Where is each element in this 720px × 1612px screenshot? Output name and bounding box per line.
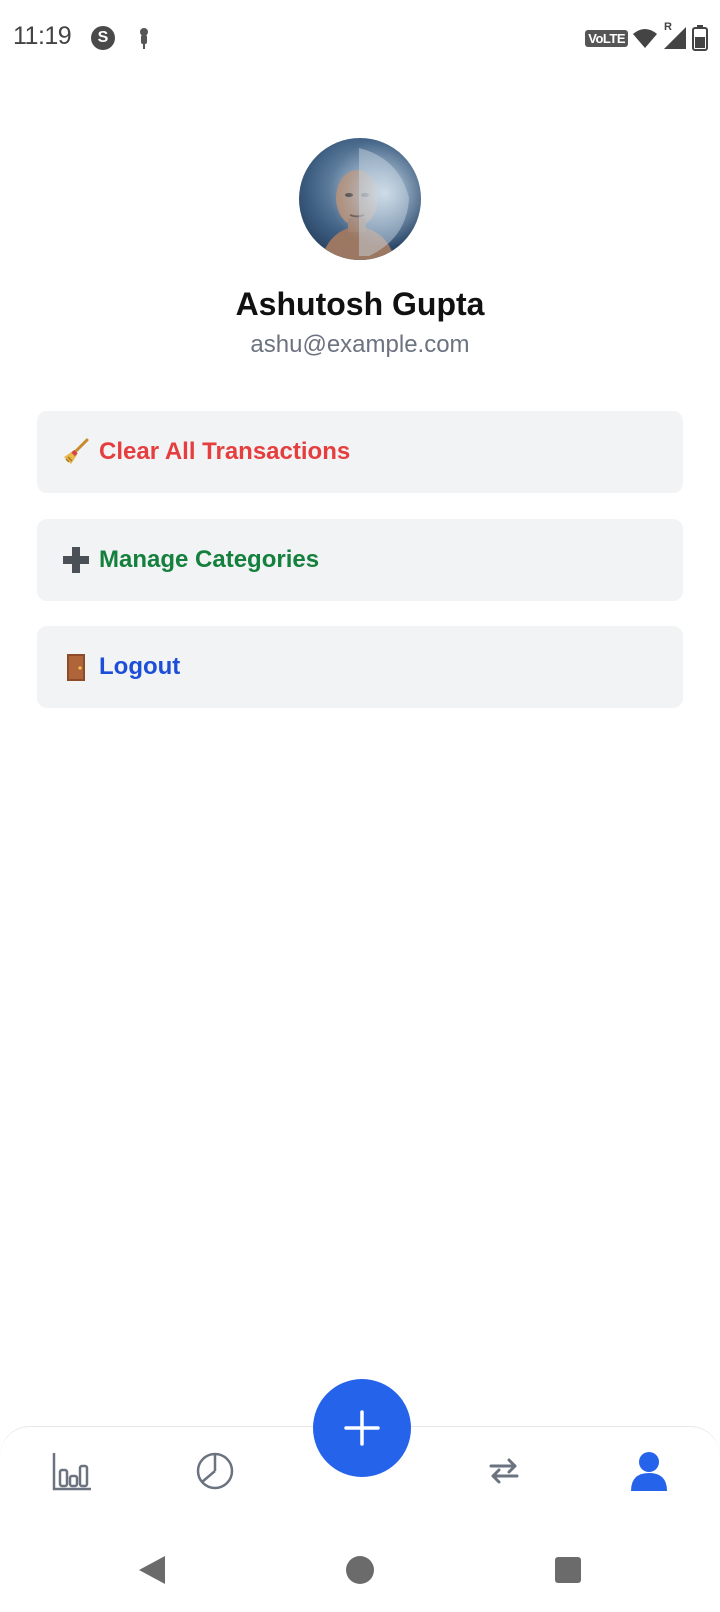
wifi-icon — [633, 29, 657, 48]
nav-stats[interactable] — [185, 1441, 245, 1501]
logout-label: Logout — [99, 653, 181, 680]
nav-dashboard[interactable] — [42, 1441, 102, 1501]
profile-name: Ashutosh Gupta — [235, 286, 485, 322]
status-indicators: VoLTE R — [585, 21, 708, 52]
status-time: 11:19 — [13, 22, 72, 50]
nav-transactions[interactable] — [474, 1441, 534, 1501]
volte-badge: VoLTE — [585, 29, 628, 47]
status-bar: 11:19 S VoLTE R — [0, 0, 720, 78]
profile-icon — [631, 1452, 667, 1491]
pie-chart-icon — [196, 1452, 234, 1490]
manage-categories-label: Manage Categories — [99, 546, 320, 573]
clear-transactions-label: Clear All Transactions — [99, 438, 351, 465]
back-icon — [139, 1556, 165, 1584]
manage-categories-button[interactable]: Manage Categories — [37, 519, 683, 601]
skype-icon: S — [91, 26, 115, 50]
bar-chart-icon — [52, 1453, 91, 1491]
notification-icon — [133, 26, 155, 52]
add-transaction-button[interactable] — [313, 1379, 411, 1477]
home-icon — [346, 1556, 374, 1584]
profile-screen: 11:19 S VoLTE R Ashutosh Gupta ashu@exam… — [0, 0, 720, 1612]
recents-icon — [555, 1557, 581, 1583]
logout-button[interactable]: Logout — [37, 626, 683, 708]
nav-profile[interactable] — [619, 1441, 679, 1501]
plus-icon — [344, 1410, 380, 1446]
battery-icon — [692, 25, 708, 51]
avatar — [299, 138, 421, 260]
plus-icon — [61, 545, 91, 575]
clear-transactions-button[interactable]: Clear All Transactions — [37, 411, 683, 493]
broom-icon — [61, 437, 91, 467]
system-nav-bar — [0, 1530, 720, 1612]
roaming-label: R — [664, 21, 672, 33]
system-back-button[interactable] — [132, 1550, 172, 1590]
system-home-button[interactable] — [340, 1550, 380, 1590]
transfer-icon — [489, 1458, 519, 1484]
profile-email: ashu@example.com — [250, 331, 470, 358]
signal-icon: R — [662, 21, 688, 51]
door-icon — [61, 652, 91, 682]
system-recents-button[interactable] — [548, 1550, 588, 1590]
